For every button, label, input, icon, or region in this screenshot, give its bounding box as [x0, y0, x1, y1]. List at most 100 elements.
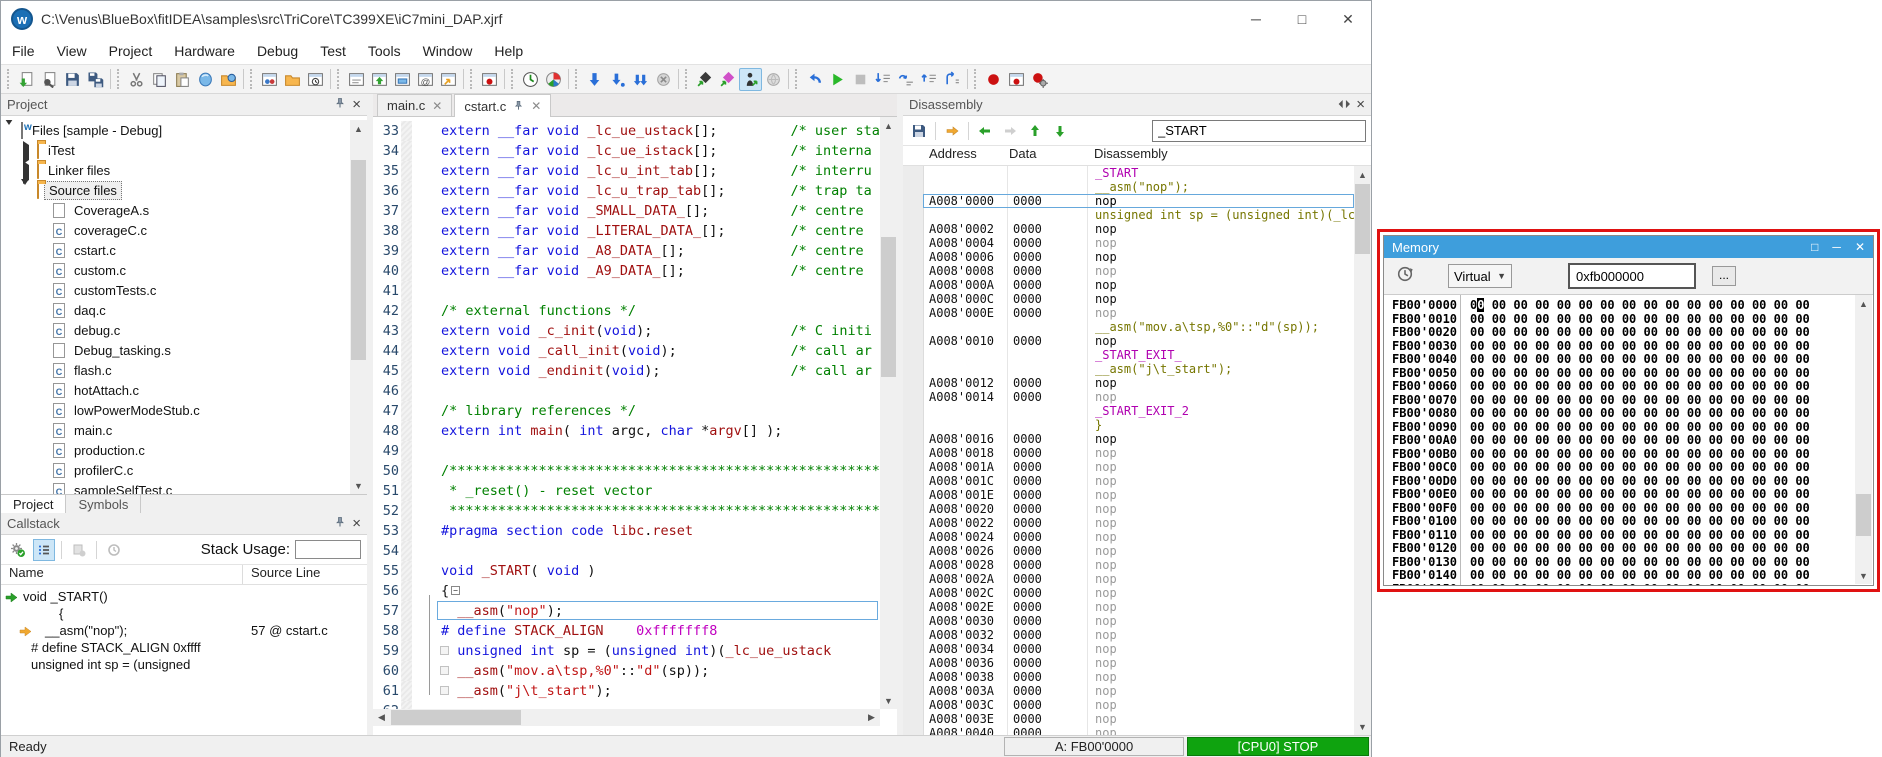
disassembly-rows[interactable]: _START__asm("nop");A008'00000000nopunsig…	[903, 166, 1354, 735]
disassembly-row[interactable]: __asm("j\t_start");	[903, 362, 1354, 376]
callstack-frames-icon[interactable]	[33, 539, 55, 561]
editor-line-34[interactable]: 34extern __far void _lc_ue_istack[]; /* …	[373, 141, 880, 161]
tree-open-arrow-icon[interactable]	[21, 185, 31, 195]
disassembly-row[interactable]: _START_EXIT_2	[903, 404, 1354, 418]
disassembly-row[interactable]: A008'00320000nop	[903, 628, 1354, 642]
memory-bytes[interactable]: 00 00 00 00 00 00 00 00 00 00 00 00 00 0…	[1470, 326, 1810, 340]
disassembly-row[interactable]: A008'003A0000nop	[903, 684, 1354, 698]
editor-line-54[interactable]: 54	[373, 541, 880, 561]
scroll-down-icon[interactable]	[1049, 120, 1071, 142]
disassembly-row[interactable]: A008'00220000nop	[903, 516, 1354, 530]
line-gutter[interactable]	[399, 621, 437, 641]
menu-window[interactable]: Window	[412, 37, 484, 64]
tree-item-profilerc-c[interactable]: CprofilerC.c	[1, 460, 350, 480]
disassembly-row[interactable]: A008'001A0000nop	[903, 460, 1354, 474]
save-all-icon[interactable]	[84, 68, 107, 91]
minimize-icon[interactable]: ─	[1832, 240, 1841, 254]
disassembly-row[interactable]: A008'00140000nop	[903, 390, 1354, 404]
callstack-refresh-icon-disabled[interactable]	[103, 539, 125, 561]
disassembly-row[interactable]: A008'00000000nop	[903, 194, 1354, 208]
editor-tab-main-c[interactable]: main.c✕	[377, 94, 452, 116]
memory-title-bar[interactable]: Memory □ ─ ✕	[1384, 236, 1873, 258]
disassembly-row[interactable]: __asm("nop");	[903, 180, 1354, 194]
disassembly-row[interactable]: A008'00280000nop	[903, 558, 1354, 572]
memory-row[interactable]: FB00'010000 00 00 00 00 00 00 00 00 00 0…	[1384, 515, 1873, 529]
memory-bytes[interactable]: 00 00 00 00 00 00 00 00 00 00 00 00 00 0…	[1470, 448, 1810, 462]
minimize-button[interactable]: ─	[1233, 1, 1279, 37]
line-gutter[interactable]	[399, 241, 437, 261]
editor-line-58[interactable]: 58# define STACK_ALIGN 0xfffffff8	[373, 621, 880, 641]
memory-row[interactable]: FB00'00F000 00 00 00 00 00 00 00 00 00 0…	[1384, 502, 1873, 516]
editor-line-43[interactable]: 43extern void _c_init(void); /* C initi	[373, 321, 880, 341]
menu-project[interactable]: Project	[98, 37, 164, 64]
editor-line-38[interactable]: 38extern __far void _LITERAL_DATA_[]; /*…	[373, 221, 880, 241]
editor-line-50[interactable]: 50/*************************************…	[373, 461, 880, 481]
tree-item-customtests-c[interactable]: CcustomTests.c	[1, 280, 350, 300]
tree-item-hotattach-c[interactable]: ChotAttach.c	[1, 380, 350, 400]
flash-window-icon[interactable]	[368, 68, 391, 91]
memory-row[interactable]: FB00'004000 00 00 00 00 00 00 00 00 00 0…	[1384, 353, 1873, 367]
line-gutter[interactable]	[399, 341, 437, 361]
disassembly-row[interactable]: _START	[903, 166, 1354, 180]
navigate-back-icon[interactable]	[974, 120, 996, 142]
output-window-icon[interactable]	[345, 68, 368, 91]
line-gutter[interactable]	[399, 221, 437, 241]
column-disassembly[interactable]: Disassembly	[1086, 146, 1168, 165]
disassembly-row[interactable]: __asm("mov.a\tsp,%0"::"d"(sp));	[903, 320, 1354, 334]
memory-bytes[interactable]: 00 00 00 00 00 00 00 00 00 00 00 00 00 0…	[1470, 488, 1810, 502]
disassembly-row[interactable]: A008'00240000nop	[903, 530, 1354, 544]
memory-row[interactable]: FB00'007000 00 00 00 00 00 00 00 00 00 0…	[1384, 394, 1873, 408]
menu-tools[interactable]: Tools	[357, 37, 412, 64]
memory-row[interactable]: FB00'000000 00 00 00 00 00 00 00 00 00 0…	[1384, 299, 1873, 313]
run-icon[interactable]	[826, 68, 849, 91]
memory-bytes[interactable]: 00 00 00 00 00 00 00 00 00 00 00 00 00 0…	[1470, 515, 1810, 529]
line-gutter[interactable]	[399, 601, 437, 621]
memory-bytes[interactable]: 00 00 00 00 00 00 00 00 00 00 00 00 00 0…	[1470, 461, 1810, 475]
memory-bytes[interactable]: 00 00 00 00 00 00 00 00 00 00 00 00 00 0…	[1470, 407, 1810, 421]
save-disassembly-icon[interactable]	[908, 120, 930, 142]
line-gutter[interactable]	[399, 121, 437, 141]
disassembly-row[interactable]: A008'000E0000nop	[903, 306, 1354, 320]
callstack-row[interactable]: unsigned int sp = (unsigned	[1, 657, 367, 674]
editor-horizontal-scrollbar[interactable]: ◀ ▶	[373, 709, 880, 726]
editor-vertical-scrollbar[interactable]: ▲ ▼	[880, 117, 897, 709]
memory-scrollbar[interactable]: ▲ ▼	[1855, 295, 1872, 584]
new-test-icon[interactable]	[15, 68, 38, 91]
line-gutter[interactable]	[399, 201, 437, 221]
line-gutter[interactable]	[399, 181, 437, 201]
line-gutter[interactable]	[399, 281, 437, 301]
tree-item-debug-c[interactable]: Cdebug.c	[1, 320, 350, 340]
address-space-select[interactable]: Virtual ▼	[1448, 264, 1512, 288]
editor-line-35[interactable]: 35extern __far void _lc_u_int_tab[]; /* …	[373, 161, 880, 181]
disassembly-row[interactable]: A008'00300000nop	[903, 614, 1354, 628]
tree-item-production-c[interactable]: Cproduction.c	[1, 440, 350, 460]
callstack-column-name[interactable]: Name	[1, 565, 243, 584]
memory-bytes[interactable]: 00 00 00 00 00 00 00 00 00 00 00 00 00 0…	[1470, 421, 1810, 435]
close-button[interactable]: ✕	[1325, 1, 1371, 37]
tree-item-flash-c[interactable]: Cflash.c	[1, 360, 350, 380]
download-all-icon[interactable]	[629, 68, 652, 91]
disassembly-row[interactable]: A008'00080000nop	[903, 264, 1354, 278]
memory-bytes[interactable]: 00 00 00 00 00 00 00 00 00 00 00 00 00 0…	[1470, 542, 1810, 556]
line-gutter[interactable]	[399, 321, 437, 341]
tree-item-cstart-c[interactable]: Ccstart.c	[1, 240, 350, 260]
editor-line-59[interactable]: 59 unsigned int sp = (unsigned int)(_lc_…	[373, 641, 880, 661]
editor-line-42[interactable]: 42/* external functions */	[373, 301, 880, 321]
copy-icon[interactable]	[148, 68, 171, 91]
detach-icon[interactable]	[762, 68, 785, 91]
close-tab-icon[interactable]: ✕	[531, 99, 541, 113]
editor-line-51[interactable]: 51 * _reset() - reset vector	[373, 481, 880, 501]
memory-bytes[interactable]: 00 00 00 00 00 00 00 00 00 00 00 00 00 0…	[1470, 583, 1810, 586]
memory-bytes[interactable]: 00 00 00 00 00 00 00 00 00 00 00 00 00 0…	[1470, 367, 1810, 381]
disassembly-row[interactable]: A008'00160000nop	[903, 432, 1354, 446]
editor-line-62[interactable]: 62	[373, 701, 880, 709]
variables-window-icon[interactable]	[437, 68, 460, 91]
line-gutter[interactable]	[399, 641, 437, 661]
memory-address-input[interactable]	[1568, 263, 1696, 289]
memory-row[interactable]: FB00'013000 00 00 00 00 00 00 00 00 00 0…	[1384, 556, 1873, 570]
editor-line-39[interactable]: 39extern __far void _A8_DATA_[]; /* cent…	[373, 241, 880, 261]
disassembly-row[interactable]: A008'00020000nop	[903, 222, 1354, 236]
memory-row[interactable]: FB00'002000 00 00 00 00 00 00 00 00 00 0…	[1384, 326, 1873, 340]
editor-tab-cstart-c[interactable]: cstart.c✕	[454, 94, 551, 117]
save-icon[interactable]	[61, 68, 84, 91]
